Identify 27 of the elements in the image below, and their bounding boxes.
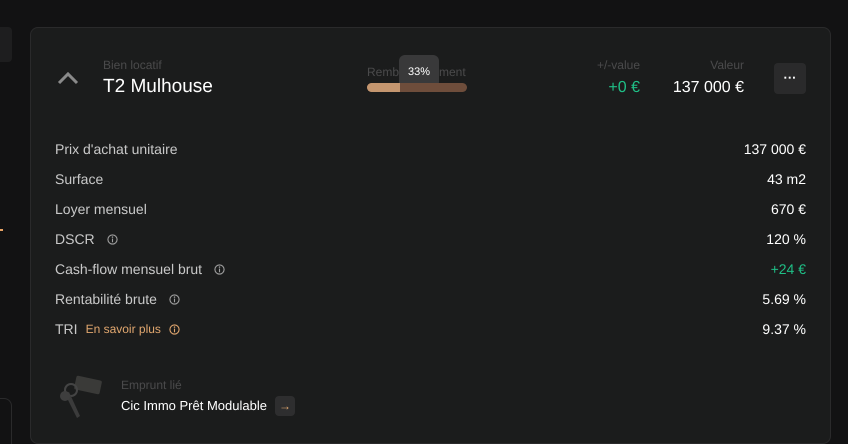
info-icon[interactable]	[168, 294, 180, 304]
detail-value: 5.69 %	[762, 290, 806, 308]
value-value: 137 000 €	[672, 78, 744, 98]
detail-label: Cash-flow mensuel brut	[55, 260, 202, 278]
sidebar-panel	[0, 398, 12, 444]
info-icon[interactable]	[168, 324, 180, 334]
detail-value: 120 %	[766, 230, 806, 248]
info-icon[interactable]	[214, 264, 226, 274]
detail-label: TRI	[55, 320, 78, 338]
gain-value: +0 €	[608, 78, 640, 98]
detail-value: 670 €	[770, 200, 806, 218]
learn-more-link[interactable]: En savoir plus	[86, 320, 161, 338]
detail-value: 137 000 €	[744, 140, 806, 158]
more-button[interactable]: ···	[774, 62, 806, 94]
detail-value: +24 €	[770, 260, 806, 278]
detail-label: Loyer mensuel	[55, 200, 147, 219]
loan-name: Cic Immo Prêt Modulable	[121, 397, 267, 416]
open-loan-button[interactable]: →	[274, 396, 295, 416]
info-icon[interactable]	[106, 234, 118, 244]
detail-label: DSCR	[55, 230, 95, 248]
property-title: T2 Mulhouse	[103, 76, 214, 98]
active-indicator	[0, 229, 3, 231]
detail-label: Rentabilité brute	[55, 290, 157, 308]
detail-label: Prix d'achat unitaire	[55, 140, 178, 158]
detail-label: Surface	[55, 170, 104, 188]
detail-value: 9.37 %	[762, 320, 806, 338]
detail-value: 43 m2	[767, 170, 806, 188]
